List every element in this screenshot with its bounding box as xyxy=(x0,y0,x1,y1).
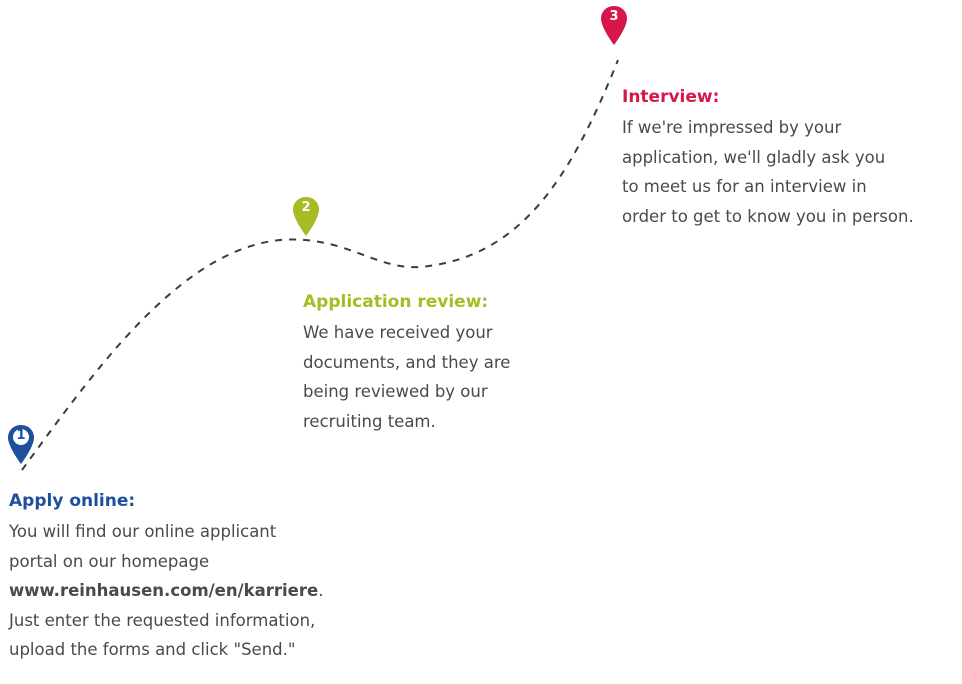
step-2-line-2: documents, and they are xyxy=(303,352,511,372)
careers-link[interactable]: www.reinhausen.com/en/karriere xyxy=(9,581,318,600)
step-1-line-2: portal on our homepage xyxy=(9,551,210,571)
step-3-number: 3 xyxy=(609,9,619,24)
step-2-marker-icon: 2 xyxy=(292,196,320,238)
step-apply-online: Apply online: You will find our online a… xyxy=(9,488,369,665)
step-1-title: Apply online: xyxy=(9,491,136,511)
step-3-line-3: to meet us for an interview in xyxy=(622,177,867,196)
step-3-line-1: If we're impressed by your xyxy=(622,118,842,137)
step-interview: Interview: If we're impressed by your ap… xyxy=(622,84,962,231)
step-1-link-suffix: . xyxy=(318,581,324,600)
step-3-body: If we're impressed by your application, … xyxy=(622,113,962,231)
step-1-line-4: Just enter the requested information, xyxy=(9,610,316,630)
step-2-title: Application review: xyxy=(303,292,489,312)
step-3-marker-icon: 3 xyxy=(600,5,628,47)
step-1-number: 1 xyxy=(16,428,26,443)
step-1-line-5: upload the forms and click "Send." xyxy=(9,640,296,659)
step-2-line-1: We have received your xyxy=(303,323,493,342)
step-3-line-4: order to get to know you in person. xyxy=(622,206,914,226)
step-3-line-2: application, we'll gladly ask you xyxy=(622,147,886,167)
step-3-title: Interview: xyxy=(622,87,720,107)
step-2-line-3: being reviewed by our xyxy=(303,382,488,401)
step-1-body: You will find our online applicant porta… xyxy=(9,517,369,665)
step-application-review: Application review: We have received you… xyxy=(303,289,563,436)
step-1-line-1: You will find our online applicant xyxy=(9,522,277,541)
step-2-number: 2 xyxy=(301,200,311,215)
step-2-line-4: recruiting team. xyxy=(303,411,436,431)
step-2-body: We have received your documents, and the… xyxy=(303,318,563,436)
step-1-marker-icon: 1 xyxy=(7,424,35,466)
